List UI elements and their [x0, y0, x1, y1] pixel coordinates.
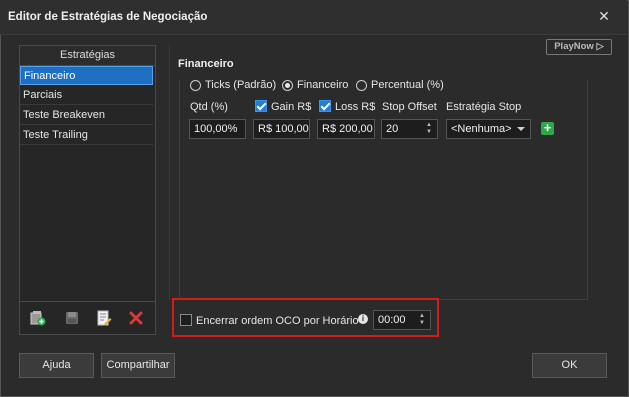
radio-percentual[interactable]: [356, 80, 367, 91]
loss-checkbox[interactable]: [319, 100, 331, 112]
strategy-list-item[interactable]: Financeiro: [20, 66, 153, 85]
gain-checkbox[interactable]: [255, 100, 267, 112]
stop-offset-stepper[interactable]: 20 ▲ ▼: [381, 119, 438, 139]
strategy-list-item[interactable]: Teste Trailing: [20, 126, 153, 145]
oco-time-value: 00:00: [378, 314, 406, 326]
loss-input[interactable]: R$ 200,00: [317, 119, 375, 139]
radio-financeiro[interactable]: [282, 80, 293, 91]
share-button[interactable]: Compartilhar: [101, 353, 175, 378]
ok-button[interactable]: OK: [532, 353, 607, 378]
playnow-button[interactable]: PlayNow ▷: [546, 39, 612, 55]
stop-strategy-header: Estratégia Stop: [446, 101, 522, 113]
strategy-list-item[interactable]: Parciais: [20, 86, 153, 105]
title-bar: Editor de Estratégias de Negociação ✕: [0, 0, 627, 35]
close-icon[interactable]: ✕: [596, 8, 612, 24]
oco-label: Encerrar ordem OCO por Horário: [196, 315, 359, 327]
stepper-arrows-icon[interactable]: ▲ ▼: [419, 313, 428, 327]
add-stop-button[interactable]: +: [541, 121, 554, 135]
stepper-arrows-icon[interactable]: ▲ ▼: [426, 122, 435, 136]
save-icon[interactable]: [64, 310, 80, 326]
strategy-list-header: Estratégias: [20, 46, 155, 66]
gain-input[interactable]: R$ 100,00: [253, 119, 310, 139]
radio-ticks-label: Ticks (Padrão): [205, 79, 277, 91]
window-title: Editor de Estratégias de Negociação: [8, 11, 208, 23]
radio-financeiro-label: Financeiro: [297, 79, 349, 91]
add-strategy-icon[interactable]: [30, 310, 46, 326]
delete-icon[interactable]: [128, 310, 144, 326]
info-icon[interactable]: i: [358, 314, 368, 324]
stop-strategy-select[interactable]: <Nenhuma>: [446, 119, 531, 139]
qtd-header: Qtd (%): [190, 101, 228, 113]
strategy-settings-box: [179, 80, 588, 300]
strategy-list-panel: Estratégias Financeiro Parciais Teste Br…: [19, 45, 156, 335]
edit-icon[interactable]: [96, 310, 112, 326]
section-title: Financeiro: [178, 58, 234, 70]
strategy-list-item[interactable]: Teste Breakeven: [20, 106, 153, 125]
stop-strategy-value: <Nenhuma>: [451, 123, 512, 135]
list-toolbar: [20, 301, 155, 335]
stop-offset-header: Stop Offset: [382, 101, 437, 113]
radio-ticks[interactable]: [190, 80, 201, 91]
oco-time-stepper[interactable]: 00:00 ▲ ▼: [373, 310, 431, 330]
chevron-down-icon: [517, 127, 525, 131]
oco-checkbox[interactable]: [180, 314, 192, 326]
loss-header: Loss R$: [335, 101, 376, 113]
gain-header: Gain R$: [271, 101, 312, 113]
qtd-input[interactable]: 100,00%: [189, 119, 246, 139]
help-button[interactable]: Ajuda: [19, 353, 94, 378]
radio-percentual-label: Percentual (%): [371, 79, 444, 91]
stop-offset-value: 20: [386, 123, 399, 135]
